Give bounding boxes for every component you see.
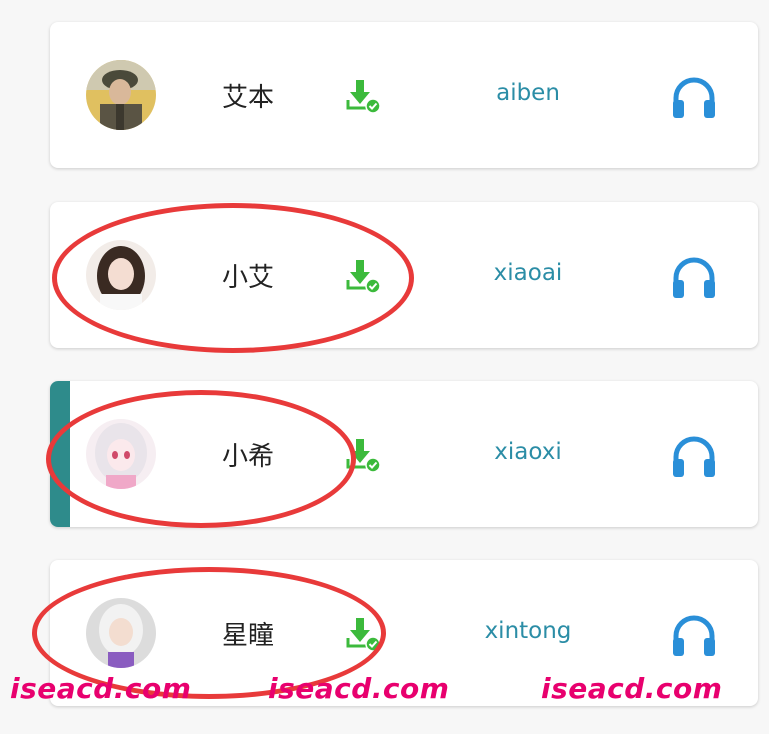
voice-card-selected[interactable]: 小希 xiaoxi xyxy=(50,381,758,527)
voice-name: 小希 xyxy=(222,442,275,472)
voice-card[interactable]: 小艾 xiaoai xyxy=(50,202,758,348)
avatar xyxy=(86,598,156,668)
headphones-icon[interactable] xyxy=(670,433,718,479)
voice-id: xintong xyxy=(484,618,572,644)
avatar xyxy=(86,419,156,489)
headphones-icon[interactable] xyxy=(670,612,718,658)
headphones-icon[interactable] xyxy=(670,254,718,300)
avatar xyxy=(86,240,156,310)
voice-id: xiaoai xyxy=(493,260,563,286)
voice-card[interactable]: 艾本 aiben xyxy=(50,22,758,168)
avatar xyxy=(86,60,156,130)
voice-name: 星瞳 xyxy=(222,621,275,651)
download-check-icon[interactable] xyxy=(345,614,385,654)
voice-id: aiben xyxy=(496,80,560,106)
download-check-icon[interactable] xyxy=(345,76,385,116)
watermark-text: iseacd.com xyxy=(268,672,450,705)
voice-name: 小艾 xyxy=(222,263,275,293)
watermark-text: iseacd.com xyxy=(10,672,192,705)
voice-list-page: 艾本 aiben 小艾 xiaoai 小希 xiaoxi 星瞳 xintong … xyxy=(0,0,769,734)
download-check-icon[interactable] xyxy=(345,256,385,296)
headphones-icon[interactable] xyxy=(670,74,718,120)
voice-name: 艾本 xyxy=(222,83,275,113)
download-check-icon[interactable] xyxy=(345,435,385,475)
voice-id: xiaoxi xyxy=(494,439,562,465)
watermark-text: iseacd.com xyxy=(541,672,723,705)
